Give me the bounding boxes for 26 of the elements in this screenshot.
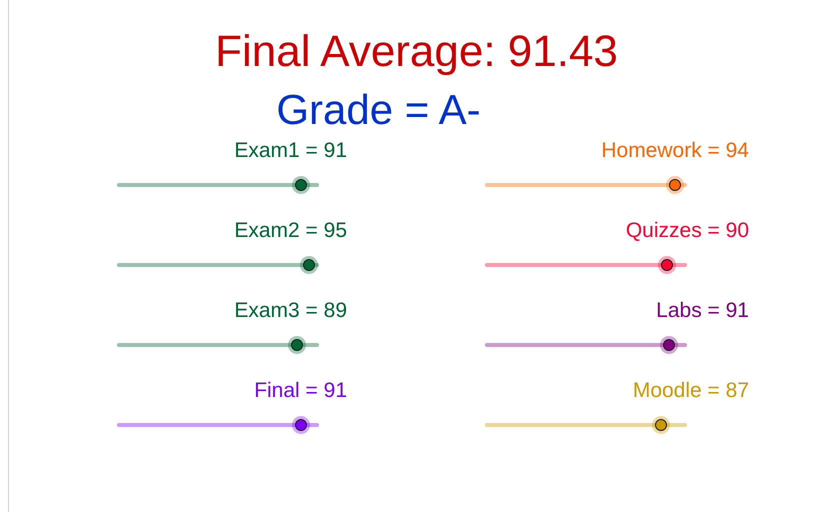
slider-thumb[interactable]	[662, 339, 675, 351]
slider-thumb[interactable]	[302, 259, 315, 271]
final-average-text: Final Average: 91.43	[214, 26, 619, 78]
slider-label: Exam2 = 95	[234, 218, 347, 244]
slider-thumb[interactable]	[654, 419, 667, 431]
slider[interactable]	[117, 336, 319, 354]
slider[interactable]	[117, 256, 319, 274]
slider-label: Final = 91	[254, 378, 347, 404]
slider-label: Homework = 94	[601, 138, 749, 164]
slider-thumb[interactable]	[294, 419, 307, 431]
slider[interactable]	[485, 176, 687, 194]
slider[interactable]	[485, 416, 687, 434]
slider-thumb[interactable]	[290, 339, 303, 351]
slider-label: Labs = 91	[656, 298, 749, 324]
slider[interactable]	[485, 336, 687, 354]
slider-label: Exam3 = 89	[234, 298, 347, 324]
slider-thumb[interactable]	[668, 179, 681, 191]
slider-label: Moodle = 87	[632, 378, 749, 404]
grade-text: Grade = A-	[275, 85, 482, 135]
slider[interactable]	[117, 416, 319, 434]
slider-label: Exam1 = 91	[234, 138, 347, 164]
slider[interactable]	[117, 176, 319, 194]
slider-thumb[interactable]	[294, 179, 307, 191]
slider-thumb[interactable]	[660, 259, 673, 271]
slider-label: Quizzes = 90	[626, 218, 749, 244]
slider[interactable]	[485, 256, 687, 274]
